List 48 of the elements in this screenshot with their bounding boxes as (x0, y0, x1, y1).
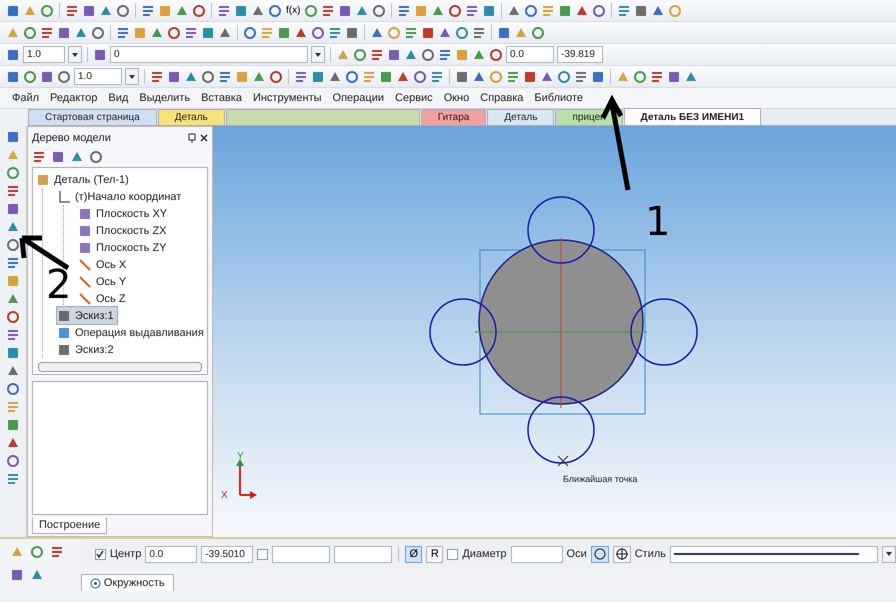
function-button[interactable]: f(x) (285, 5, 302, 16)
tree-item[interactable]: Ось Z (96, 292, 126, 304)
menu-item[interactable]: Вставка (201, 92, 242, 104)
axis-label: X (221, 490, 228, 501)
tree-item[interactable]: Ось Y (96, 276, 126, 288)
menu-item[interactable]: Файл (12, 92, 40, 104)
menu-item[interactable]: Инструменты (252, 92, 322, 104)
y-coordinate-field[interactable]: -39.819 (557, 46, 603, 63)
axis-label: Y (237, 451, 244, 462)
snap-hint: Ближайшая точка (563, 474, 638, 484)
menu-item[interactable]: Вид (108, 92, 128, 104)
panel-title: Дерево модели (32, 132, 112, 144)
zoom-field[interactable]: 1.0 (74, 68, 122, 85)
panel-tab[interactable]: Построение (32, 517, 108, 534)
document-tab[interactable]: Деталь (487, 109, 554, 125)
menu-item[interactable]: Библиоте (534, 92, 584, 104)
field-label: Оси (566, 548, 587, 560)
tree-item[interactable]: (т)Начало координат (75, 190, 182, 202)
menu-item[interactable]: Окно (444, 92, 470, 104)
center-y-field[interactable]: -39.5010 (201, 546, 254, 562)
document-tab[interactable]: Деталь (158, 109, 225, 125)
tree-item[interactable]: Эскиз:2 (75, 344, 114, 356)
document-tab[interactable]: Деталь БЕЗ ИМЕНИ1 (624, 108, 762, 125)
field-label: Центр (110, 548, 142, 560)
annotation-number: 1 (645, 199, 670, 245)
tree-item[interactable]: Плоскость XY (96, 208, 168, 220)
radius-toggle[interactable]: R (426, 546, 444, 562)
diameter-toggle[interactable]: Ø (405, 546, 422, 562)
center-x-field[interactable]: 0.0 (145, 546, 198, 562)
panel-tab[interactable]: Окружность (80, 574, 174, 591)
menu-item[interactable]: Справка (480, 92, 524, 104)
document-tab[interactable]: Стартовая страница (28, 109, 157, 125)
menu-item[interactable]: Сервис (395, 92, 433, 104)
annotation-number: 2 (46, 262, 72, 308)
menu-item[interactable]: Выделить (139, 92, 190, 104)
tree-item[interactable]: Плоскость ZX (96, 224, 167, 236)
x-coordinate-field[interactable]: 0.0 (506, 46, 554, 63)
document-tab[interactable]: Гитара (420, 109, 486, 125)
menu-item[interactable]: Редактор (50, 92, 98, 104)
scale-field[interactable]: 1.0 (23, 46, 65, 63)
tree-item[interactable]: Операция выдавливания (75, 326, 204, 338)
menu-item[interactable]: Операции (332, 92, 384, 104)
tree-item[interactable]: Ось X (96, 258, 126, 270)
layer-field[interactable]: 0 (110, 46, 308, 63)
field-label: Диаметр (462, 548, 507, 560)
tree-item[interactable]: Плоскость ZY (96, 242, 167, 254)
field-label: Стиль (634, 548, 666, 560)
tree-item[interactable]: Деталь (Тел-1) (54, 174, 129, 186)
